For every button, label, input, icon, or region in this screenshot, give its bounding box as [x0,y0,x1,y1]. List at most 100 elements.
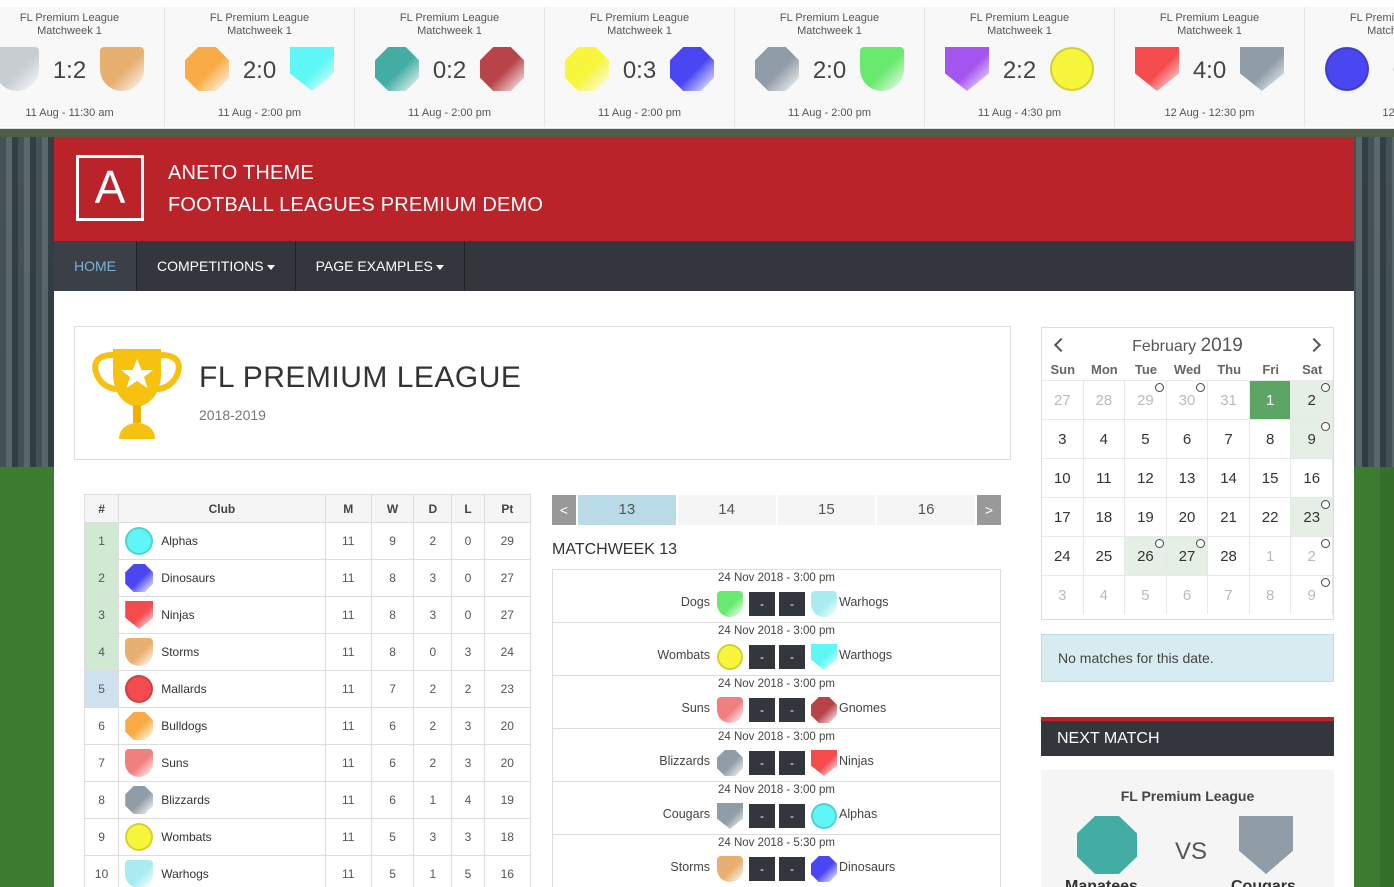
row-club[interactable]: Storms [118,633,326,671]
row-club[interactable]: Suns [118,744,326,782]
calendar-day[interactable]: 29 [1125,380,1167,419]
fixture-home-team[interactable]: Storms [670,860,710,874]
fixture-row[interactable]: 24 Nov 2018 - 3:00 pm Suns - - Gnomes [553,676,1000,729]
calendar-day[interactable]: 5 [1125,419,1167,458]
row-club[interactable]: Blizzards [118,781,326,819]
row-club[interactable]: Bulldogs [118,707,326,745]
fixture-row[interactable]: 24 Nov 2018 - 5:30 pm Storms - - Dinosau… [553,835,1000,887]
calendar-day[interactable]: 28 [1208,536,1250,575]
calendar-day[interactable]: 3 [1042,419,1084,458]
calendar-day[interactable]: 7 [1208,419,1250,458]
calendar-day-number: 25 [1095,548,1113,565]
row-club[interactable]: Wombats [118,818,326,856]
fixture-row[interactable]: 24 Nov 2018 - 3:00 pm Wombats - - Wartho… [553,623,1000,676]
ticker-match[interactable]: FL Premium League Matchweek 1 2:2 11 Aug … [925,7,1115,127]
calendar-day[interactable]: 10 [1042,458,1084,497]
fixture-home-team[interactable]: Dogs [681,595,710,609]
calendar-day[interactable]: 11 [1083,458,1126,497]
ticker-matchweek: Matchweek 1 [37,25,102,37]
ticker-match[interactable]: FL Premium League Matchweek 1 0:3 11 Aug … [545,7,735,127]
fixture-away-team[interactable]: Warthogs [839,648,892,662]
ticker-match[interactable]: FL Premium League Matchweek 1 4:0 12 Aug … [1115,7,1305,127]
week-tab-13[interactable]: 13 [578,495,676,525]
matchweek-pager: < 13 14 15 16 > [552,495,1001,525]
calendar-day[interactable]: 1 [1249,380,1292,419]
nav-page-examples[interactable]: PAGE EXAMPLES [296,241,465,291]
row-club[interactable]: Mallards [118,670,326,708]
row-l: 0 [451,522,485,560]
calendar-day[interactable]: 17 [1042,497,1084,536]
calendar-day[interactable]: 30 [1166,380,1209,419]
ticker-match[interactable]: FL Premium LeagueMatchweek 1 0 12 Aug [1305,7,1394,127]
row-club[interactable]: Warhogs [118,855,326,887]
ticker-match[interactable]: FL Premium League Matchweek 1 0:2 11 Aug … [355,7,545,127]
calendar-day[interactable]: 2 [1291,380,1333,419]
calendar-day[interactable]: 7 [1208,575,1250,614]
calendar-day[interactable]: 9 [1291,575,1333,614]
results-ticker[interactable]: FL Premium League Matchweek 1 1:2 11 Aug … [0,0,1394,129]
calendar-day[interactable]: 6 [1166,575,1209,614]
calendar-day[interactable]: 27 [1042,380,1084,419]
row-club[interactable]: Ninjas [118,596,326,634]
row-d: 2 [413,522,453,560]
calendar-day[interactable]: 14 [1208,458,1250,497]
calendar-day[interactable]: 8 [1249,575,1292,614]
calendar-day-number: 8 [1265,587,1275,604]
calendar-day[interactable]: 28 [1083,380,1126,419]
row-w: 5 [370,855,415,887]
nav-competitions[interactable]: COMPETITIONS [137,241,296,291]
week-tab-16[interactable]: 16 [877,495,975,525]
calendar-day[interactable]: 9 [1291,419,1333,458]
calendar-day[interactable]: 8 [1249,419,1292,458]
calendar-day[interactable]: 19 [1125,497,1167,536]
next-match-card[interactable]: FL Premium League VS Manatees Cougars [1041,770,1334,887]
calendar-day[interactable]: 2 [1291,536,1333,575]
calendar-day[interactable]: 24 [1042,536,1084,575]
fixture-away-team[interactable]: Alphas [839,807,877,821]
fixture-away-team[interactable]: Warhogs [839,595,889,609]
calendar-day[interactable]: 31 [1208,380,1250,419]
week-prev-button[interactable]: < [552,495,576,525]
calendar-day[interactable]: 13 [1166,458,1209,497]
ticker-match[interactable]: FL Premium League Matchweek 1 2:0 11 Aug … [165,7,355,127]
fixture-home-team[interactable]: Cougars [663,807,710,821]
shieldr-crest-icon [125,638,154,666]
fixture-row[interactable]: 24 Nov 2018 - 3:00 pm Cougars - - Alphas [553,782,1000,835]
site-logo[interactable]: A [76,155,144,221]
calendar-day[interactable]: 4 [1083,419,1126,458]
fixture-away-team[interactable]: Ninjas [839,754,874,768]
calendar-day[interactable]: 23 [1291,497,1333,536]
row-l: 3 [451,818,485,856]
calendar-day[interactable]: 22 [1249,497,1292,536]
week-tab-15[interactable]: 15 [777,495,876,525]
row-club[interactable]: Alphas [118,522,326,560]
calendar-day[interactable]: 15 [1249,458,1292,497]
calendar-day[interactable]: 3 [1042,575,1084,614]
calendar-day[interactable]: 5 [1125,575,1167,614]
ticker-score: 0 [1305,57,1394,85]
calendar-day[interactable]: 20 [1166,497,1209,536]
week-tab-14[interactable]: 14 [677,495,776,525]
calendar-day[interactable]: 18 [1083,497,1126,536]
fixture-away-team[interactable]: Dinosaurs [839,860,895,874]
calendar-day[interactable]: 4 [1083,575,1126,614]
fixture-away-team[interactable]: Gnomes [839,701,886,715]
calendar-day[interactable]: 26 [1125,536,1167,575]
calendar-day[interactable]: 12 [1125,458,1167,497]
calendar-day[interactable]: 21 [1208,497,1250,536]
calendar-day[interactable]: 16 [1291,458,1333,497]
calendar-day[interactable]: 25 [1083,536,1126,575]
fixture-row[interactable]: 24 Nov 2018 - 3:00 pm Blizzards - - Ninj… [553,729,1000,782]
fixture-row[interactable]: 24 Nov 2018 - 3:00 pm Dogs - - Warhogs [553,570,1000,623]
row-club[interactable]: Dinosaurs [118,559,326,597]
fixture-home-team[interactable]: Wombats [657,648,710,662]
week-next-button[interactable]: > [977,495,1001,525]
ticker-match[interactable]: FL Premium League Matchweek 1 1:2 11 Aug … [0,7,165,127]
calendar-day[interactable]: 27 [1166,536,1209,575]
fixture-home-team[interactable]: Suns [682,701,711,715]
nav-home[interactable]: HOME [54,241,137,291]
ticker-match[interactable]: FL Premium League Matchweek 1 2:0 11 Aug … [735,7,925,127]
calendar-day[interactable]: 6 [1166,419,1209,458]
fixture-home-team[interactable]: Blizzards [659,754,710,768]
calendar-day[interactable]: 1 [1249,536,1292,575]
